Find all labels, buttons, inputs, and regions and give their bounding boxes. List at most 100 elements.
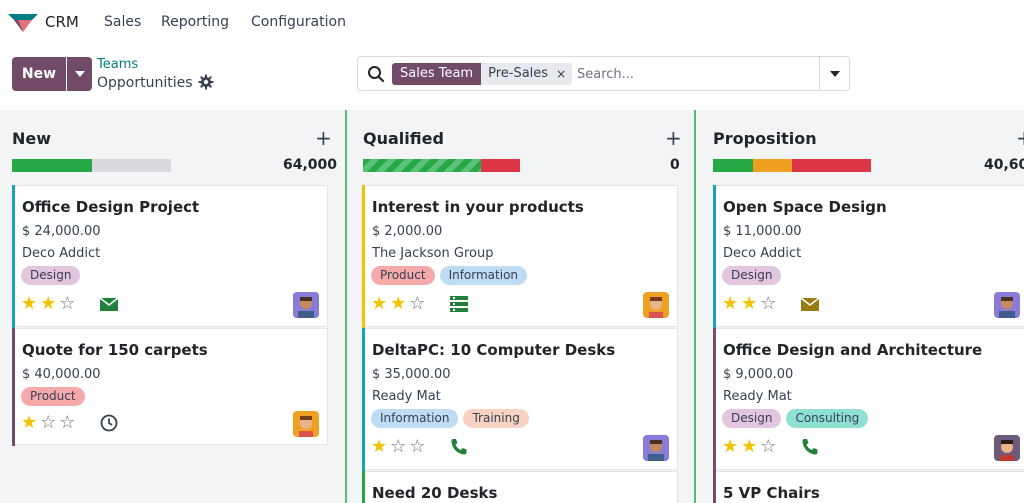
kanban-card[interactable]: Need 20 Desks bbox=[362, 471, 678, 503]
column-progress-bar[interactable] bbox=[12, 159, 171, 172]
envelope-icon[interactable] bbox=[800, 294, 820, 314]
priority-stars: ★ ☆ ☆ bbox=[371, 437, 425, 457]
avatar[interactable] bbox=[994, 435, 1020, 461]
kanban-card[interactable]: Quote for 150 carpets $ 40,000.00 Produc… bbox=[12, 328, 328, 446]
card-amount: $ 35,000.00 bbox=[372, 367, 451, 382]
card-title: Interest in your products bbox=[372, 198, 584, 216]
star-icon[interactable]: ★ bbox=[722, 294, 738, 314]
search-input[interactable] bbox=[577, 62, 807, 86]
list-icon[interactable] bbox=[449, 294, 469, 314]
breadcrumb-teams[interactable]: Teams bbox=[97, 57, 138, 72]
star-outline-icon[interactable]: ☆ bbox=[409, 294, 425, 314]
add-card-button[interactable]: + bbox=[1016, 126, 1024, 150]
card-company: Deco Addict bbox=[723, 246, 802, 261]
card-accent bbox=[362, 328, 365, 471]
kanban-card[interactable]: Open Space Design $ 11,000.00 Deco Addic… bbox=[713, 185, 1024, 328]
priority-stars: ★ ★ ☆ bbox=[371, 294, 425, 314]
facet-label: Sales Team bbox=[392, 63, 482, 85]
avatar[interactable] bbox=[643, 292, 669, 318]
star-outline-icon[interactable]: ☆ bbox=[409, 437, 425, 457]
kanban-card[interactable]: Office Design Project $ 24,000.00 Deco A… bbox=[12, 185, 328, 328]
avatar[interactable] bbox=[293, 292, 319, 318]
priority-stars: ★ ☆ ☆ bbox=[21, 413, 75, 433]
star-icon[interactable]: ★ bbox=[21, 413, 37, 433]
card-company: Ready Mat bbox=[372, 389, 441, 404]
envelope-icon[interactable] bbox=[99, 294, 119, 314]
crm-logo-icon[interactable] bbox=[8, 14, 38, 32]
star-icon[interactable]: ★ bbox=[371, 437, 387, 457]
column-progress-bar[interactable] bbox=[713, 159, 871, 172]
star-outline-icon[interactable]: ☆ bbox=[59, 413, 75, 433]
star-icon[interactable]: ★ bbox=[741, 437, 757, 457]
progress-red[interactable] bbox=[481, 159, 520, 172]
card-company: The Jackson Group bbox=[372, 246, 494, 261]
star-icon[interactable]: ★ bbox=[371, 294, 387, 314]
card-accent bbox=[713, 471, 716, 503]
user-avatar-icon bbox=[643, 435, 669, 461]
column-title[interactable]: Qualified bbox=[363, 129, 444, 148]
star-icon[interactable]: ★ bbox=[21, 294, 37, 314]
avatar[interactable] bbox=[293, 411, 319, 437]
card-title: Open Space Design bbox=[723, 198, 887, 216]
facet-remove-icon[interactable]: × bbox=[556, 63, 566, 85]
search-options-toggle[interactable] bbox=[819, 57, 849, 90]
top-navbar: CRM Sales Reporting Configuration bbox=[0, 0, 1024, 46]
phone-icon[interactable] bbox=[449, 437, 469, 457]
card-title: Office Design and Architecture bbox=[723, 341, 983, 359]
facet-value: Pre-Sales × bbox=[481, 63, 573, 85]
user-avatar-icon bbox=[994, 435, 1020, 461]
column-divider bbox=[345, 110, 347, 503]
progress-green[interactable] bbox=[713, 159, 753, 172]
star-outline-icon[interactable]: ☆ bbox=[59, 294, 75, 314]
add-card-button[interactable]: + bbox=[315, 126, 332, 150]
card-company: Deco Addict bbox=[22, 246, 101, 261]
progress-red[interactable] bbox=[792, 159, 871, 172]
tag: Design bbox=[722, 266, 782, 285]
gear-icon[interactable] bbox=[198, 74, 214, 90]
card-accent bbox=[12, 328, 15, 446]
star-icon[interactable]: ★ bbox=[741, 294, 757, 314]
card-accent bbox=[12, 185, 15, 328]
menu-reporting[interactable]: Reporting bbox=[161, 14, 229, 30]
star-icon[interactable]: ★ bbox=[722, 437, 738, 457]
star-outline-icon[interactable]: ☆ bbox=[390, 437, 406, 457]
star-icon[interactable]: ★ bbox=[40, 294, 56, 314]
star-outline-icon[interactable]: ☆ bbox=[40, 413, 56, 433]
column-proposition: Proposition + 40,600 Open Space Design $… bbox=[700, 110, 1024, 503]
star-outline-icon[interactable]: ☆ bbox=[760, 437, 776, 457]
tag: Information bbox=[371, 409, 459, 428]
menu-configuration[interactable]: Configuration bbox=[251, 14, 346, 30]
card-company: Ready Mat bbox=[723, 389, 792, 404]
progress-green[interactable] bbox=[12, 159, 92, 172]
column-total: 40,600 bbox=[984, 157, 1024, 173]
clock-icon[interactable] bbox=[99, 413, 119, 433]
app-name[interactable]: CRM bbox=[45, 13, 79, 31]
tag: Design bbox=[722, 409, 782, 428]
card-amount: $ 24,000.00 bbox=[22, 224, 101, 239]
column-progress-bar[interactable] bbox=[363, 159, 520, 172]
kanban-card[interactable]: Interest in your products $ 2,000.00 The… bbox=[362, 185, 678, 328]
add-card-button[interactable]: + bbox=[665, 126, 682, 150]
new-dropdown-button[interactable] bbox=[67, 57, 92, 91]
progress-green-striped[interactable] bbox=[363, 159, 481, 172]
new-button[interactable]: New bbox=[12, 57, 66, 91]
kanban-card[interactable]: Office Design and Architecture $ 9,000.0… bbox=[713, 328, 1024, 471]
avatar[interactable] bbox=[994, 292, 1020, 318]
kanban-card[interactable]: DeltaPC: 10 Computer Desks $ 35,000.00 R… bbox=[362, 328, 678, 471]
avatar[interactable] bbox=[643, 435, 669, 461]
kanban-card[interactable]: 5 VP Chairs bbox=[713, 471, 1024, 503]
card-tags: Product Information bbox=[371, 266, 528, 285]
phone-icon[interactable] bbox=[800, 437, 820, 457]
card-tags: Design Consulting bbox=[722, 409, 869, 428]
menu-sales[interactable]: Sales bbox=[104, 14, 141, 30]
card-tags: Design bbox=[21, 266, 81, 285]
column-title[interactable]: New bbox=[12, 129, 51, 148]
tag: Product bbox=[371, 266, 435, 285]
card-title: Need 20 Desks bbox=[372, 484, 498, 502]
column-title[interactable]: Proposition bbox=[713, 129, 817, 148]
progress-orange[interactable] bbox=[753, 159, 792, 172]
card-accent bbox=[362, 471, 365, 503]
star-outline-icon[interactable]: ☆ bbox=[760, 294, 776, 314]
star-icon[interactable]: ★ bbox=[390, 294, 406, 314]
search-icon[interactable] bbox=[367, 65, 385, 83]
